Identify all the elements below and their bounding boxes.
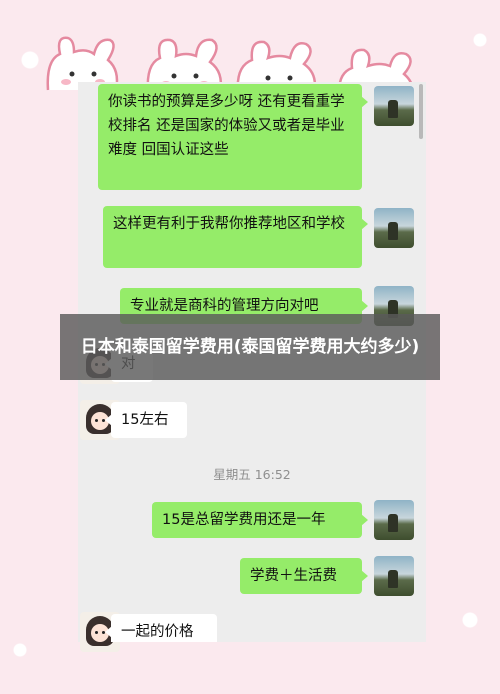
- message-bubble-received[interactable]: 15左右: [105, 402, 187, 438]
- message-timestamp: 星期五 16:52: [213, 467, 291, 482]
- avatar-self[interactable]: [374, 500, 414, 540]
- message-bubble-sent[interactable]: 学费＋生活费: [240, 558, 368, 594]
- message-bubble-sent[interactable]: 15是总留学费用还是一年: [152, 502, 368, 538]
- avatar-self[interactable]: [374, 208, 414, 248]
- message-text: 一起的价格: [121, 624, 194, 640]
- avatar-self[interactable]: [374, 556, 414, 596]
- message-text: 专业就是商科的管理方向对吧: [130, 298, 319, 314]
- overlay-title-banner: 日本和泰国留学费用(泰国留学费用大约多少): [60, 314, 440, 380]
- message-text: 15左右: [121, 412, 169, 428]
- message-text: 15是总留学费用还是一年: [162, 512, 326, 528]
- overlay-title: 日本和泰国留学费用(泰国留学费用大约多少): [80, 336, 420, 357]
- chat-scrollbar[interactable]: [419, 84, 423, 139]
- message-bubble-sent[interactable]: 你读书的预算是多少呀 还有更看重学校排名 还是国家的体验又或者是毕业难度 回国认…: [98, 84, 368, 190]
- message-bubble-sent[interactable]: 这样更有利于我帮你推荐地区和学校: [103, 206, 368, 268]
- message-text: 你读书的预算是多少呀 还有更看重学校排名 还是国家的体验又或者是毕业难度 回国认…: [108, 94, 345, 158]
- avatar-self[interactable]: [374, 86, 414, 126]
- message-text: 这样更有利于我帮你推荐地区和学校: [113, 216, 345, 232]
- message-bubble-received[interactable]: 一起的价格: [105, 614, 217, 642]
- message-text: 学费＋生活费: [250, 568, 337, 584]
